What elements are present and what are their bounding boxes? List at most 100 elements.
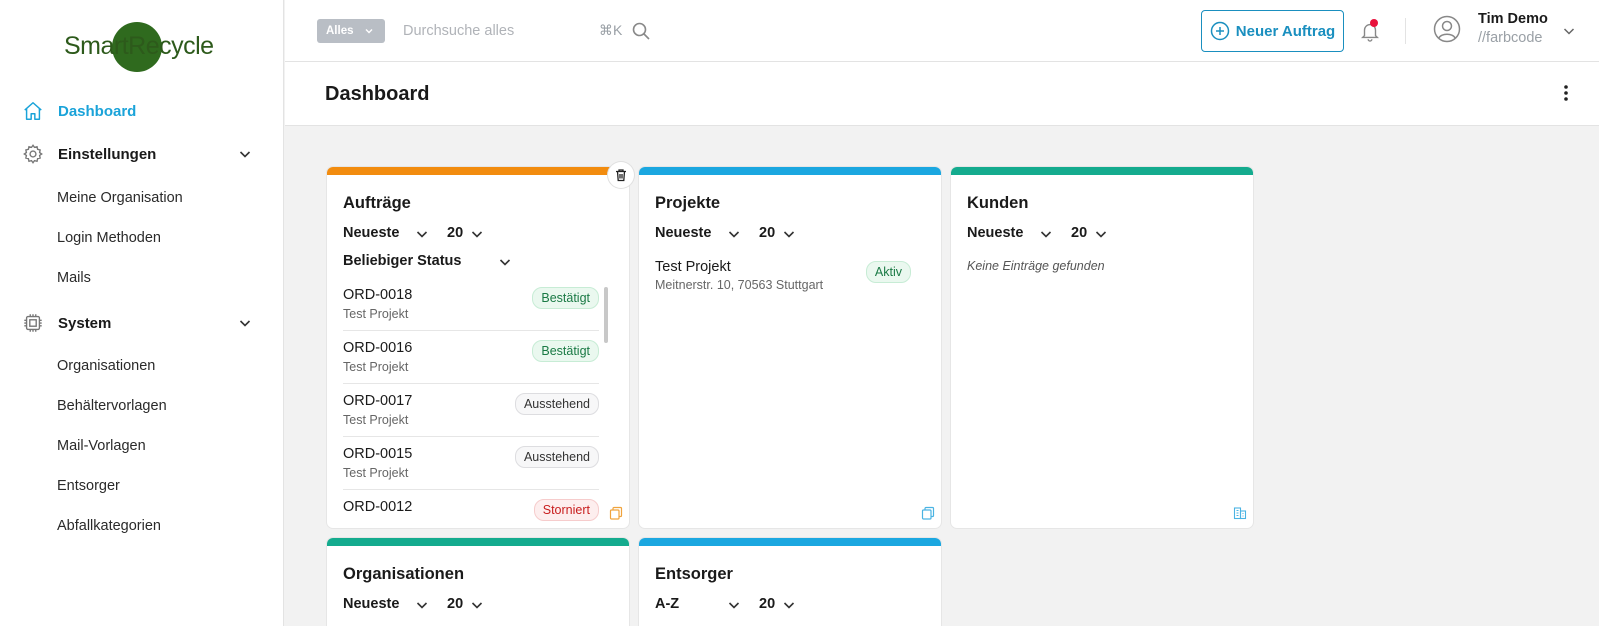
order-project: Test Projekt [343, 466, 409, 480]
chevron-down-icon [239, 151, 251, 158]
sidebar-item-label: Dashboard [58, 102, 137, 120]
order-project: Test Projekt [343, 360, 409, 374]
card-color-bar [639, 167, 941, 175]
sidebar-item-einstellungen[interactable]: Einstellungen [22, 142, 262, 166]
sort-select[interactable]: Neueste [343, 225, 431, 241]
card-title: Projekte [655, 194, 721, 212]
sort-select[interactable]: A-Z [655, 596, 743, 612]
orders-card: Aufträge Neueste 20 Beliebiger Status OR… [327, 167, 629, 528]
chevron-down-icon [365, 29, 372, 34]
app-logo[interactable]: SmartRecycle [64, 22, 224, 72]
count-select[interactable]: 20 [447, 225, 487, 241]
sidebar-item-label: System [58, 314, 112, 332]
count-select[interactable]: 20 [759, 596, 799, 612]
card-title: Aufträge [343, 194, 411, 212]
card-color-bar [639, 538, 941, 546]
sort-select-value: Neueste [655, 225, 712, 241]
status-badge: Ausstehend [514, 446, 599, 468]
chevron-down-icon [1095, 231, 1107, 238]
chevron-down-icon [783, 231, 795, 238]
user-name[interactable]: Tim Demo [1478, 11, 1548, 27]
status-badge: Aktiv [865, 261, 911, 283]
empty-state-text: Keine Einträge gefunden [967, 259, 1105, 273]
sidebar-subitem-mail-vorlagen[interactable]: Mail-Vorlagen [57, 438, 146, 454]
new-order-button[interactable]: Neuer Auftrag [1201, 10, 1344, 52]
chevron-down-icon[interactable] [1562, 24, 1576, 38]
sidebar-item-system[interactable]: System [22, 311, 262, 335]
order-project: Test Projekt [343, 307, 409, 321]
building-icon [1233, 507, 1247, 520]
sort-select-value: Neueste [343, 596, 400, 612]
sidebar-item-label: Einstellungen [58, 145, 157, 163]
sidebar-subitem-abfallkategorien[interactable]: Abfallkategorien [57, 518, 161, 534]
chevron-down-icon [471, 231, 483, 238]
card-title: Entsorger [655, 565, 733, 583]
card-title: Organisationen [343, 565, 465, 583]
order-row[interactable]: ORD-0017 Test Projekt Ausstehend [343, 385, 599, 437]
count-select[interactable]: 20 [759, 225, 799, 241]
status-badge: Ausstehend [514, 393, 599, 415]
document-stack-icon [609, 506, 623, 520]
sort-select-value: Neueste [967, 225, 1024, 241]
document-stack-icon [921, 506, 935, 520]
search-scope-label: Alles [326, 25, 354, 37]
card-title: Kunden [967, 194, 1029, 212]
search-scope-dropdown[interactable]: Alles [317, 19, 385, 43]
sort-select-value: A-Z [655, 596, 680, 612]
user-organization: //farbcode [1478, 30, 1543, 46]
project-name: Test Projekt [655, 259, 731, 275]
status-filter-value: Beliebiger Status [343, 253, 462, 269]
sidebar: SmartRecycle Dashboard Einstellungen Mei… [0, 0, 284, 626]
status-badge: Storniert [533, 499, 599, 521]
card-color-bar [327, 167, 629, 175]
search-input[interactable] [403, 18, 583, 44]
sidebar-subitem-login-methoden[interactable]: Login Methoden [57, 230, 161, 246]
trash-icon[interactable] [608, 162, 634, 188]
sidebar-subitem-entsorger[interactable]: Entsorger [57, 478, 120, 494]
card-color-bar [951, 167, 1253, 175]
home-icon [22, 100, 44, 122]
sort-select[interactable]: Neueste [343, 596, 431, 612]
order-row[interactable]: ORD-0012 Storniert [343, 491, 599, 528]
order-row[interactable]: ORD-0016 Test Projekt Bestätigt [343, 332, 599, 384]
chevron-down-icon [783, 602, 795, 609]
sidebar-subitem-organisationen[interactable]: Organisationen [57, 358, 155, 374]
chip-icon [22, 312, 44, 334]
order-id: ORD-0018 [343, 287, 413, 303]
user-avatar-icon[interactable] [1432, 14, 1462, 44]
chevron-down-icon [416, 602, 428, 609]
chevron-down-icon [728, 231, 740, 238]
chevron-down-icon [1040, 231, 1052, 238]
card-color-bar [327, 538, 629, 546]
order-id: ORD-0012 [343, 499, 413, 515]
order-row[interactable]: ORD-0018 Test Projekt Bestätigt [343, 279, 599, 331]
count-select[interactable]: 20 [1071, 225, 1111, 241]
search-icon[interactable] [631, 21, 651, 41]
scrollbar[interactable] [604, 287, 608, 343]
sidebar-subitem-meine-organisation[interactable]: Meine Organisation [57, 190, 183, 206]
gear-icon [22, 143, 44, 165]
notification-dot [1370, 19, 1378, 27]
sidebar-subitem-mails[interactable]: Mails [57, 270, 91, 286]
top-header: Alles ⌘K Neuer Auftrag Tim Demo //farbco… [285, 0, 1599, 62]
count-select-value: 20 [1071, 225, 1088, 241]
project-row[interactable]: Test Projekt Meitnerstr. 10, 70563 Stutt… [655, 251, 911, 303]
status-filter-select[interactable]: Beliebiger Status [343, 253, 515, 269]
page-title: Dashboard [325, 83, 430, 105]
count-select-value: 20 [759, 225, 776, 241]
order-id: ORD-0015 [343, 446, 413, 462]
search-shortcut-hint: ⌘K [599, 22, 623, 38]
sort-select[interactable]: Neueste [967, 225, 1055, 241]
sidebar-item-dashboard[interactable]: Dashboard [22, 99, 262, 123]
order-project: Test Projekt [343, 413, 409, 427]
more-vertical-icon[interactable] [1563, 84, 1569, 102]
count-select[interactable]: 20 [447, 596, 487, 612]
chevron-down-icon [416, 231, 428, 238]
project-address: Meitnerstr. 10, 70563 Stuttgart [655, 278, 824, 292]
header-divider [1405, 18, 1406, 44]
sidebar-subitem-behaeltervorlagen[interactable]: Behältervorlagen [57, 398, 167, 414]
customers-card: Kunden Neueste 20 Keine Einträge gefunde… [951, 167, 1253, 528]
chevron-down-icon [499, 259, 511, 266]
order-row[interactable]: ORD-0015 Test Projekt Ausstehend [343, 438, 599, 490]
sort-select[interactable]: Neueste [655, 225, 743, 241]
